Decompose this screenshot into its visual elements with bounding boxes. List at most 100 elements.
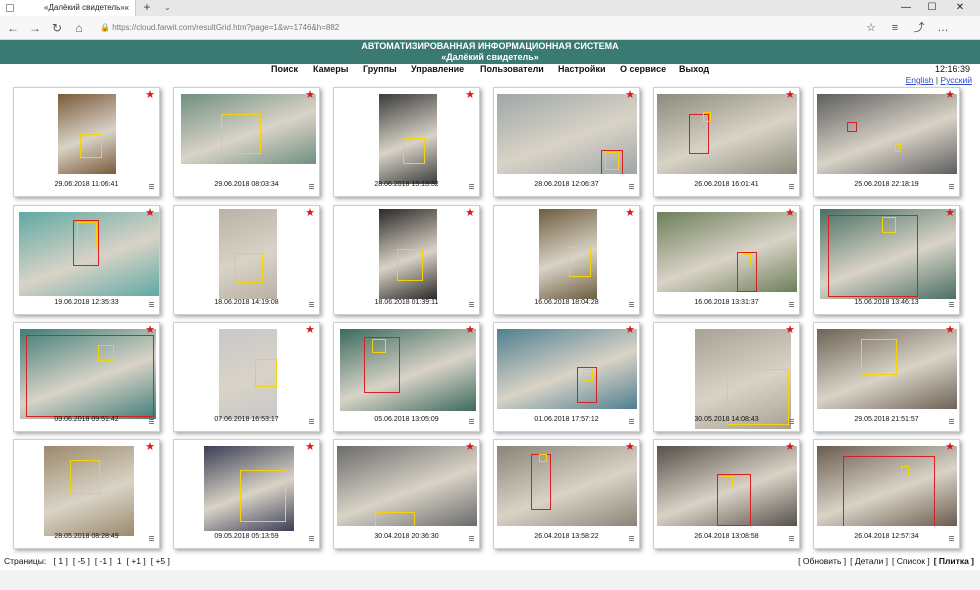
result-card[interactable]: ★ 28.05.2018 08:28:49 xyxy=(13,439,160,549)
details-menu-icon[interactable] xyxy=(789,302,794,307)
result-card[interactable]: ★ 29.05.2018 21:51:57 xyxy=(813,322,960,432)
menu-item[interactable]: Камеры xyxy=(313,64,348,74)
result-card[interactable]: ★ 18.06.2018 14:19:08 xyxy=(173,205,320,315)
details-menu-icon[interactable] xyxy=(309,184,314,189)
star-icon[interactable]: ★ xyxy=(465,90,475,101)
menu-item[interactable]: Настройки xyxy=(558,64,605,74)
details-menu-icon[interactable] xyxy=(629,184,634,189)
page-link[interactable]: [ +1 ] xyxy=(127,556,146,566)
result-card[interactable]: ★ 26.04.2018 12:57:34 xyxy=(813,439,960,549)
view-button[interactable]: [ Список ] xyxy=(892,556,930,566)
snapshot-image[interactable] xyxy=(204,446,294,531)
star-icon[interactable]: ★ xyxy=(145,90,155,101)
details-menu-icon[interactable] xyxy=(149,419,154,424)
result-card[interactable]: ★ 05.06.2018 13:05:09 xyxy=(333,322,480,432)
star-icon[interactable]: ★ xyxy=(305,90,315,101)
snapshot-image[interactable] xyxy=(20,329,156,419)
star-icon[interactable]: ★ xyxy=(625,90,635,101)
tab-close-icon[interactable]: × xyxy=(124,0,129,16)
snapshot-image[interactable] xyxy=(657,446,797,526)
star-icon[interactable]: ★ xyxy=(945,442,955,453)
details-menu-icon[interactable] xyxy=(949,419,954,424)
details-menu-icon[interactable] xyxy=(309,536,314,541)
tab-dropdown-icon[interactable]: ⌄ xyxy=(164,0,171,16)
view-button[interactable]: [ Обновить ] xyxy=(798,556,846,566)
result-card[interactable]: ★ 29.06.2018 11:06:41 xyxy=(13,87,160,197)
details-menu-icon[interactable] xyxy=(309,302,314,307)
result-card[interactable]: ★ 26.06.2018 16:01:41 xyxy=(653,87,800,197)
new-tab-icon[interactable]: + xyxy=(140,0,154,16)
maximize-icon[interactable]: ☐ xyxy=(922,0,942,16)
snapshot-image[interactable] xyxy=(379,94,437,184)
star-icon[interactable]: ★ xyxy=(305,325,315,336)
details-menu-icon[interactable] xyxy=(469,184,474,189)
star-icon[interactable]: ★ xyxy=(305,208,315,219)
star-icon[interactable]: ★ xyxy=(625,325,635,336)
share-icon[interactable]: ⤴ xyxy=(910,16,928,40)
details-menu-icon[interactable] xyxy=(629,419,634,424)
star-icon[interactable]: ★ xyxy=(465,442,475,453)
page-link[interactable]: [ 1 ] xyxy=(54,556,68,566)
result-card[interactable]: ★ 16.06.2018 18:04:28 xyxy=(493,205,640,315)
snapshot-image[interactable] xyxy=(820,209,956,299)
result-card[interactable]: ★ 09.06.2018 09:51:42 xyxy=(13,322,160,432)
snapshot-image[interactable] xyxy=(219,329,277,419)
lang-english-link[interactable]: English xyxy=(906,75,934,85)
result-card[interactable]: ★ 25.06.2018 22:18:19 xyxy=(813,87,960,197)
star-icon[interactable]: ★ xyxy=(465,208,475,219)
snapshot-image[interactable] xyxy=(181,94,316,164)
details-menu-icon[interactable] xyxy=(149,536,154,541)
reload-icon[interactable]: ↻ xyxy=(48,16,66,40)
favorites-star-icon[interactable]: ☆ xyxy=(862,16,880,40)
snapshot-image[interactable] xyxy=(379,209,437,299)
view-button[interactable]: [ Плитка ] xyxy=(934,556,974,566)
url-field[interactable]: 🔒 https://cloud.farwit.com/resultGrid.ht… xyxy=(100,20,880,36)
details-menu-icon[interactable] xyxy=(949,184,954,189)
minimize-icon[interactable]: — xyxy=(896,0,916,16)
result-card[interactable]: ★ 01.06.2018 17:57:12 xyxy=(493,322,640,432)
snapshot-image[interactable] xyxy=(657,94,797,174)
snapshot-image[interactable] xyxy=(817,329,957,409)
star-icon[interactable]: ★ xyxy=(145,325,155,336)
details-menu-icon[interactable] xyxy=(469,536,474,541)
result-card[interactable]: ★ 26.04.2018 13:58:22 xyxy=(493,439,640,549)
details-menu-icon[interactable] xyxy=(149,302,154,307)
back-icon[interactable]: ← xyxy=(4,16,22,40)
result-card[interactable]: ★ 30.05.2018 14:08:43 xyxy=(653,322,800,432)
star-icon[interactable]: ★ xyxy=(785,325,795,336)
snapshot-image[interactable] xyxy=(817,94,957,174)
star-icon[interactable]: ★ xyxy=(145,442,155,453)
menu-item[interactable]: О сервисе xyxy=(620,64,666,74)
details-menu-icon[interactable] xyxy=(629,302,634,307)
page-link[interactable]: [ -5 ] xyxy=(73,556,90,566)
page-link[interactable]: 1 xyxy=(117,556,122,566)
star-icon[interactable]: ★ xyxy=(465,325,475,336)
snapshot-image[interactable] xyxy=(497,94,637,174)
snapshot-image[interactable] xyxy=(337,446,477,526)
menu-item[interactable]: Поиск xyxy=(271,64,298,74)
result-card[interactable]: ★ 26.04.2018 13:08:58 xyxy=(653,439,800,549)
menu-item[interactable]: Выход xyxy=(679,64,709,74)
result-card[interactable]: ★ 29.06.2018 08:03:34 xyxy=(173,87,320,197)
page-link[interactable]: [ +5 ] xyxy=(151,556,170,566)
result-card[interactable]: ★ 18.06.2018 01:39:11 xyxy=(333,205,480,315)
snapshot-image[interactable] xyxy=(19,212,159,296)
details-menu-icon[interactable] xyxy=(629,536,634,541)
result-card[interactable]: ★ 07.06.2018 16:53:17 xyxy=(173,322,320,432)
result-card[interactable]: ★ 28.06.2018 15:13:32 xyxy=(333,87,480,197)
star-icon[interactable]: ★ xyxy=(625,442,635,453)
snapshot-image[interactable] xyxy=(817,446,957,526)
result-card[interactable]: ★ 16.06.2018 13:31:37 xyxy=(653,205,800,315)
star-icon[interactable]: ★ xyxy=(945,208,955,219)
star-icon[interactable]: ★ xyxy=(785,208,795,219)
star-icon[interactable]: ★ xyxy=(145,208,155,219)
result-card[interactable]: ★ 19.06.2018 12:35:33 xyxy=(13,205,160,315)
page-link[interactable]: [ -1 ] xyxy=(95,556,112,566)
view-button[interactable]: [ Детали ] xyxy=(850,556,888,566)
more-icon[interactable]: … xyxy=(934,16,952,40)
details-menu-icon[interactable] xyxy=(149,184,154,189)
menu-item[interactable]: Группы xyxy=(363,64,397,74)
snapshot-image[interactable] xyxy=(497,329,637,409)
star-icon[interactable]: ★ xyxy=(625,208,635,219)
home-icon[interactable]: ⌂ xyxy=(70,16,88,40)
